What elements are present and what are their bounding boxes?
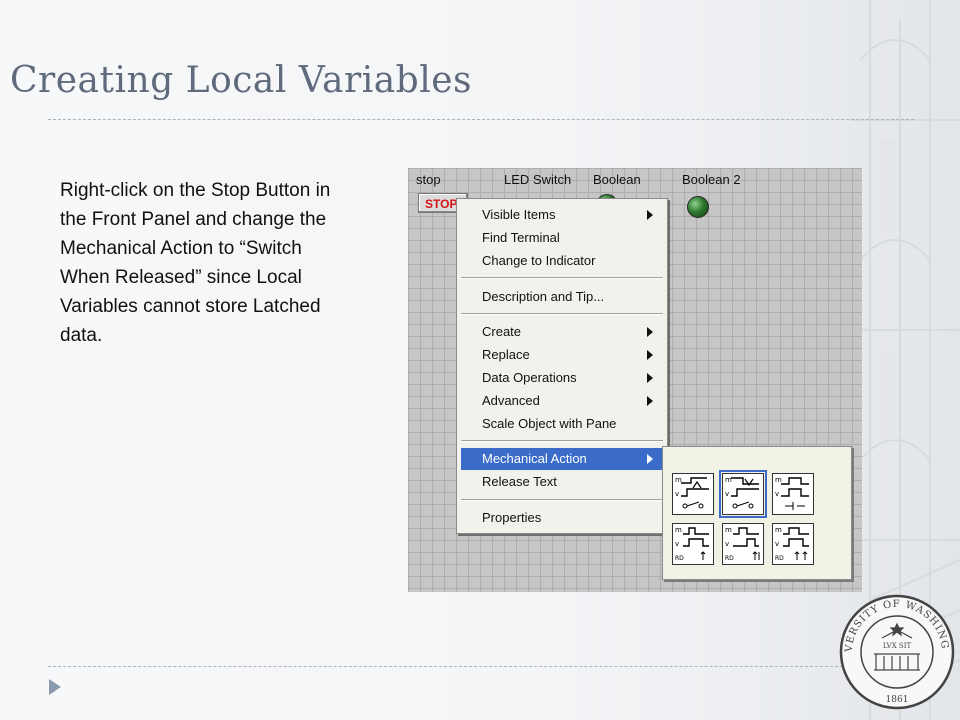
submenu-arrow-icon [647,373,653,383]
slide-nav-triangle-icon [49,679,61,695]
menu-item-label: Visible Items [482,207,556,222]
menu-item-visible-items[interactable]: Visible Items [461,204,663,226]
menu-item-label: Advanced [482,393,540,408]
menu-item-change-to-indicator[interactable]: Change to Indicator [461,250,663,272]
menu-item-replace[interactable]: Replace [461,344,663,366]
v-glyph: v [725,490,729,498]
boolean-2-led[interactable] [687,196,709,218]
v-glyph: v [775,490,779,498]
mechanical-action-submenu: m v m v m v m v RD m v RD m v RD [662,446,852,580]
menu-item-label: Find Terminal [482,230,560,245]
menu-item-label: Properties [482,510,542,525]
seal-year: 1861 [886,695,909,705]
instruction-text: Right-click on the Stop Button in the Fr… [60,180,331,346]
menu-item-find-terminal[interactable]: Find Terminal [461,227,663,249]
m-glyph: m [725,476,732,484]
latch-when-released-icon[interactable]: m v RD [722,523,764,565]
rd-glyph: RD [675,555,684,562]
menu-item-label: Change to Indicator [482,253,596,268]
m-glyph: m [675,476,682,484]
m-glyph: m [775,526,782,534]
submenu-arrow-icon [647,350,653,360]
menu-separator [461,313,663,315]
switch-until-released-icon[interactable]: m v [772,473,814,515]
menu-item-label: Scale Object with Pane [482,416,617,431]
menu-item-scale-object-with-pane[interactable]: Scale Object with Pane [461,413,663,435]
led-switch-label: LED Switch [504,172,572,187]
v-glyph: v [675,490,679,498]
submenu-arrow-icon [647,210,653,220]
boolean-2-label: Boolean 2 [682,172,741,187]
menu-item-label: Release Text [482,474,557,489]
menu-item-mechanical-action[interactable]: Mechanical Action [461,448,663,470]
menu-separator [461,440,663,442]
v-glyph: v [775,540,779,548]
slide-title: Creating Local Variables [10,60,473,101]
seal-motto: LVX SIT [883,642,912,650]
menu-item-description-and-tip[interactable]: Description and Tip... [461,286,663,308]
university-seal-logo: UNIVERSITY OF WASHINGTON 1861 LVX SIT [838,590,955,710]
m-glyph: m [775,476,782,484]
menu-separator [461,277,663,279]
menu-item-create[interactable]: Create [461,321,663,343]
stop-label: stop [416,172,441,187]
latch-until-released-icon[interactable]: m v RD [772,523,814,565]
rd-glyph: RD [775,555,784,562]
menu-item-label: Description and Tip... [482,289,605,304]
boolean-label: Boolean [593,172,641,187]
v-glyph: v [675,540,679,548]
menu-separator [461,499,663,501]
menu-item-release-text[interactable]: Release Text [461,471,663,493]
latch-when-pressed-icon[interactable]: m v RD [672,523,714,565]
menu-item-label: Mechanical Action [482,451,587,466]
submenu-arrow-icon [647,454,653,464]
menu-item-label: Create [482,324,522,339]
title-divider [48,119,914,120]
menu-item-data-operations[interactable]: Data Operations [461,367,663,389]
switch-when-pressed-icon[interactable]: m v [672,473,714,515]
menu-item-label: Data Operations [482,370,577,385]
menu-item-label: Replace [482,347,530,362]
m-glyph: m [675,526,682,534]
rd-glyph: RD [725,555,734,562]
v-glyph: v [725,540,729,548]
menu-item-advanced[interactable]: Advanced [461,390,663,412]
submenu-arrow-icon [647,396,653,406]
footer-divider [48,666,848,667]
context-menu: Visible Items Find Terminal Change to In… [456,198,668,534]
submenu-arrow-icon [647,327,653,337]
menu-item-properties[interactable]: Properties [461,507,663,529]
m-glyph: m [725,526,732,534]
switch-when-released-icon[interactable]: m v [719,470,767,518]
